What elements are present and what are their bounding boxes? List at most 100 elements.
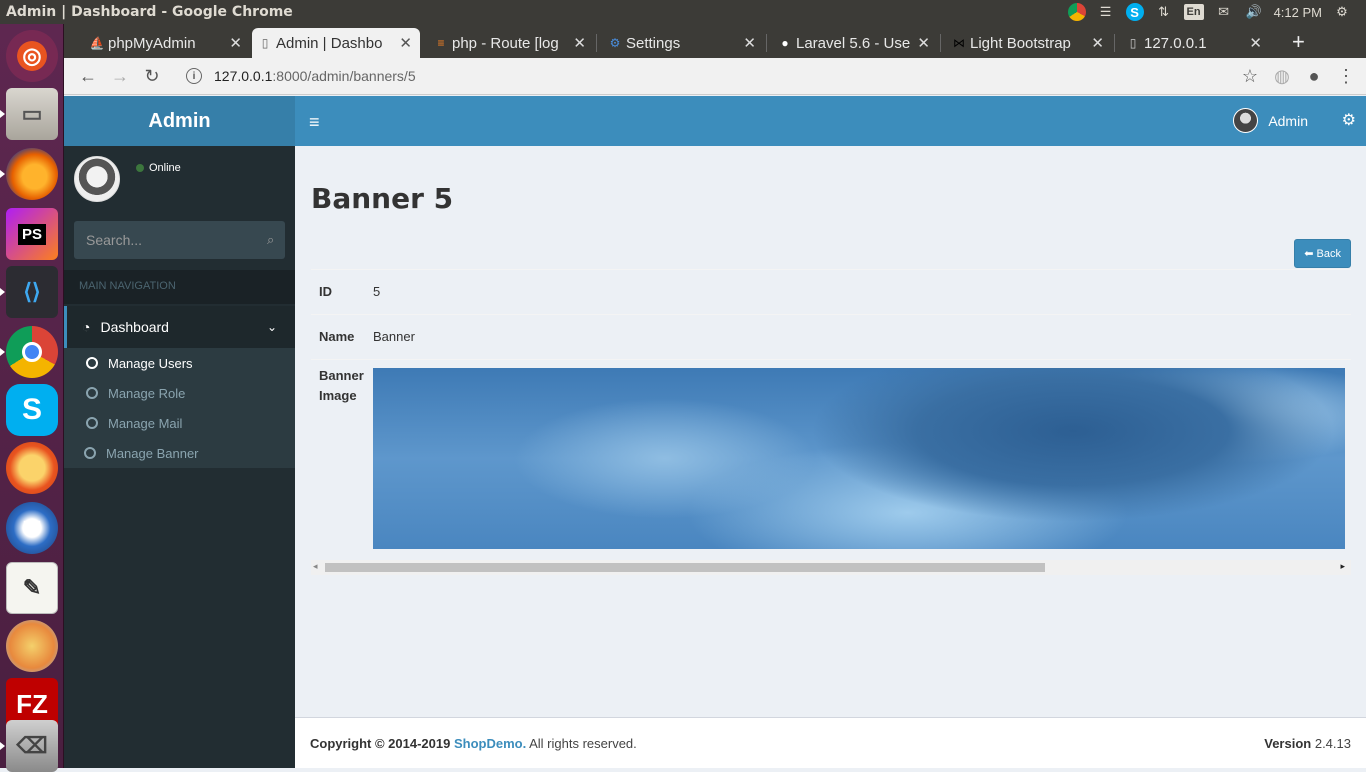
chrome-tray-icon[interactable]: [1067, 3, 1086, 21]
mail-icon[interactable]: ✉: [1214, 3, 1234, 21]
translate-globe-icon[interactable]: ◍: [1266, 60, 1298, 92]
ubuntu-software-icon[interactable]: [6, 442, 58, 494]
search-input[interactable]: [86, 232, 267, 248]
tab-admin-dashboard[interactable]: ▯ Admin | Dashbo ✕: [252, 28, 420, 58]
phpmyadmin-favicon: ⛵: [89, 36, 105, 50]
banner-image-label: Banner Image: [319, 368, 364, 403]
table-row: Name Banner: [311, 314, 1351, 359]
control-sidebar-gears-icon[interactable]: ⚙: [1342, 110, 1356, 130]
tab-laravel[interactable]: ● Laravel 5.6 - Use ✕: [772, 28, 938, 58]
forward-arrow-icon[interactable]: →: [104, 60, 136, 92]
sidebar-item-manage-role[interactable]: Manage Role: [64, 378, 295, 408]
version: Version 2.4.13: [1264, 736, 1351, 751]
tab-settings[interactable]: ⚙ Settings ✕: [602, 28, 764, 58]
close-icon[interactable]: ✕: [229, 34, 242, 52]
os-topbar: Admin | Dashboard - Google Chrome ☰ S ⇅ …: [0, 0, 1366, 24]
circle-icon: [86, 357, 98, 369]
scrollbar-thumb[interactable]: [325, 563, 1045, 572]
clock[interactable]: 4:12 PM: [1274, 5, 1322, 20]
thunderbird-icon[interactable]: ✉: [6, 502, 58, 554]
tab-phpmyadmin[interactable]: ⛵ phpMyAdmin ✕: [84, 28, 250, 58]
tab-label: Settings: [626, 34, 681, 52]
app-logo[interactable]: Admin: [64, 96, 295, 146]
banner-details-table: ID 5 Name Banner Banner Image: [311, 269, 1351, 549]
tab-label: Laravel 5.6 - Use: [796, 34, 911, 52]
tab-label: Light Bootstrap: [970, 34, 1071, 52]
system-tray: ☰ S ⇅ En ✉ 🔊 4:12 PM ⚙: [1067, 3, 1366, 21]
tab-php-route[interactable]: ≡ php - Route [log ✕: [428, 28, 594, 58]
status-text: Online: [149, 162, 181, 174]
phpstorm-icon[interactable]: PS: [6, 208, 58, 260]
table-row: ID 5: [311, 269, 1351, 314]
admin-app: Admin ≡ Admin ⚙ Online ⌕ MAIN NAVIGATION…: [64, 96, 1366, 768]
launcher: ◎ ▭ PS ⟨⟩ S ✉ ✎ FZ ⌫: [0, 24, 64, 772]
trash-icon[interactable]: ⌫: [0, 720, 58, 772]
rights-text: All rights reserved.: [529, 735, 637, 751]
chrome-icon[interactable]: [0, 326, 58, 378]
arrow-left-icon: ⬅: [1304, 248, 1314, 260]
vscode-icon[interactable]: ⟨⟩: [0, 266, 58, 318]
tab-light-bootstrap[interactable]: ⋈ Light Bootstrap ✕: [946, 28, 1112, 58]
sidebar-search: ⌕: [74, 221, 285, 259]
meld-icon[interactable]: [6, 620, 58, 672]
horizontal-scrollbar[interactable]: ◂ ▸: [311, 560, 1351, 575]
address-bar[interactable]: i 127.0.0.1:8000/admin/banners/5: [178, 61, 1224, 91]
sidebar-item-manage-mail[interactable]: Manage Mail: [64, 408, 295, 438]
banner-image: [373, 368, 1345, 549]
sidebar-item-label: Dashboard: [100, 319, 169, 335]
power-gear-icon[interactable]: ⚙: [1332, 3, 1352, 21]
user-menu[interactable]: Admin: [1233, 108, 1308, 133]
chrome-menu-icon[interactable]: ⋮: [1330, 60, 1362, 92]
sidebar-item-manage-users[interactable]: Manage Users: [64, 348, 295, 378]
close-icon[interactable]: ✕: [399, 34, 412, 52]
network-icon[interactable]: ⇅: [1154, 3, 1174, 21]
close-icon[interactable]: ✕: [573, 34, 586, 52]
page-title: Banner 5: [311, 182, 454, 215]
sidebar-toggle-icon[interactable]: ≡: [309, 112, 320, 133]
circle-icon: [86, 417, 98, 429]
sidebar-item-label: Manage Role: [108, 385, 186, 401]
sidebar-item-manage-banner[interactable]: Manage Banner: [64, 438, 295, 468]
files-icon[interactable]: ▭: [0, 88, 58, 140]
reload-icon[interactable]: ↻: [136, 60, 168, 92]
close-icon[interactable]: ✕: [743, 34, 756, 52]
info-icon[interactable]: i: [186, 68, 202, 84]
menu-tray-icon[interactable]: ☰: [1096, 3, 1116, 21]
ubuntu-dash-icon[interactable]: ◎: [6, 30, 58, 82]
user-name: Admin: [1268, 112, 1308, 129]
tab-label: php - Route [log: [452, 34, 559, 52]
user-panel: Online: [64, 146, 295, 221]
search-icon[interactable]: ⌕: [267, 232, 274, 248]
sidebar-item-label: Manage Banner: [106, 445, 199, 461]
close-icon[interactable]: ✕: [1091, 34, 1104, 52]
copyright: Copyright © 2014-2019 ShopDemo. All righ…: [310, 736, 1264, 751]
url-path: :8000/admin/banners/5: [272, 68, 416, 84]
footer: Copyright © 2014-2019 ShopDemo. All righ…: [295, 717, 1366, 768]
text-editor-icon[interactable]: ✎: [6, 562, 58, 614]
sidebar-item-dashboard[interactable]: ◔ Dashboard ⌄: [64, 306, 295, 348]
back-arrow-icon[interactable]: ←: [72, 60, 104, 92]
close-icon[interactable]: ✕: [1249, 34, 1262, 52]
circle-icon: [84, 447, 96, 459]
close-icon[interactable]: ✕: [917, 34, 930, 52]
tab-localhost[interactable]: ▯ 127.0.0.1 ✕: [1120, 28, 1270, 58]
bookmark-star-icon[interactable]: ☆: [1234, 60, 1266, 92]
dashboard-icon: ◔: [82, 319, 91, 335]
scroll-right-icon[interactable]: ▸: [1340, 561, 1345, 572]
scroll-left-icon[interactable]: ◂: [313, 561, 318, 572]
skype-icon[interactable]: S: [6, 384, 58, 436]
circle-icon: [86, 387, 98, 399]
status-dot-icon: [136, 164, 144, 172]
brand-link[interactable]: ShopDemo.: [454, 736, 526, 751]
back-button[interactable]: ⬅ Back: [1294, 239, 1351, 268]
new-tab-button[interactable]: +: [1292, 29, 1305, 55]
version-label: Version: [1264, 735, 1312, 751]
firefox-icon[interactable]: [0, 148, 58, 200]
page-favicon: ▯: [261, 36, 269, 50]
account-icon[interactable]: ●: [1298, 60, 1330, 92]
tab-strip: ⛵ phpMyAdmin ✕ ▯ Admin | Dashbo ✕ ≡ php …: [64, 24, 1366, 58]
skype-tray-icon[interactable]: S: [1125, 3, 1144, 21]
keyboard-layout[interactable]: En: [1183, 4, 1204, 20]
window-title: Admin | Dashboard - Google Chrome: [6, 4, 293, 20]
volume-icon[interactable]: 🔊: [1244, 3, 1264, 21]
